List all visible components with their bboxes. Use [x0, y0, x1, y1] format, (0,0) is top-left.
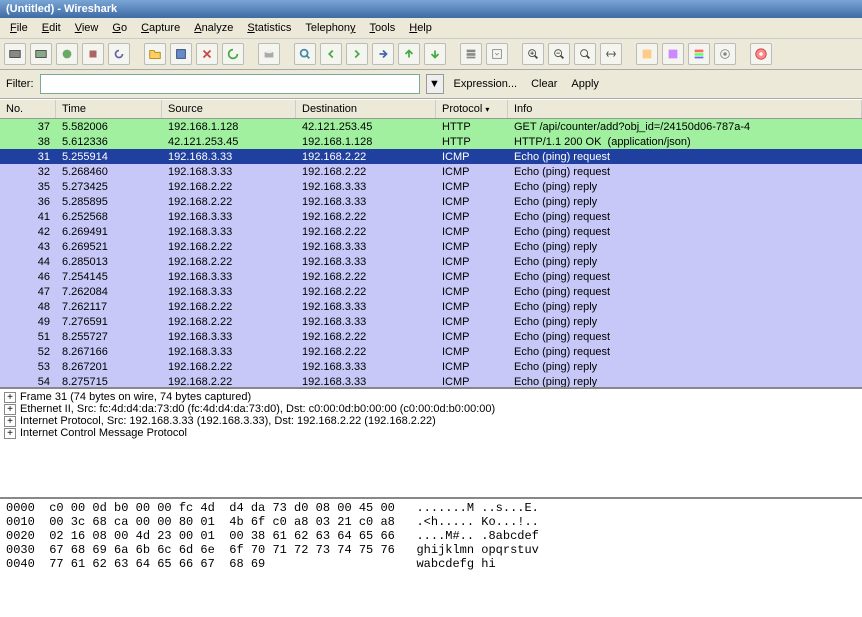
zoom-out-icon[interactable] — [548, 43, 570, 65]
filter-input[interactable] — [40, 74, 420, 94]
detail-ip[interactable]: Internet Protocol, Src: 192.168.3.33 (19… — [20, 415, 436, 427]
toolbar — [0, 39, 862, 70]
interfaces-icon[interactable] — [4, 43, 26, 65]
table-row[interactable]: 315.255914192.168.3.33192.168.2.22ICMPEc… — [0, 149, 862, 164]
table-row[interactable]: 477.262084192.168.3.33192.168.2.22ICMPEc… — [0, 284, 862, 299]
col-source[interactable]: Source — [162, 100, 296, 118]
menu-analyze[interactable]: Analyze — [188, 20, 239, 36]
coloring-rules-icon[interactable] — [688, 43, 710, 65]
forward-icon[interactable] — [346, 43, 368, 65]
resize-cols-icon[interactable] — [600, 43, 622, 65]
table-row[interactable]: 436.269521192.168.2.22192.168.3.33ICMPEc… — [0, 239, 862, 254]
stop-icon[interactable] — [82, 43, 104, 65]
col-destination[interactable]: Destination — [296, 100, 436, 118]
help-icon[interactable] — [750, 43, 772, 65]
expression-button[interactable]: Expression... — [450, 78, 522, 90]
table-row[interactable]: 365.285895192.168.2.22192.168.3.33ICMPEc… — [0, 194, 862, 209]
back-icon[interactable] — [320, 43, 342, 65]
menu-statistics[interactable]: Statistics — [241, 20, 297, 36]
find-icon[interactable] — [294, 43, 316, 65]
print-icon[interactable] — [258, 43, 280, 65]
col-no[interactable]: No. — [0, 100, 56, 118]
expand-icon[interactable]: + — [4, 428, 16, 439]
table-row[interactable]: 416.252568192.168.3.33192.168.2.22ICMPEc… — [0, 209, 862, 224]
zoom-in-icon[interactable] — [522, 43, 544, 65]
expand-icon[interactable]: + — [4, 404, 16, 415]
table-row[interactable]: 385.61233642.121.253.45192.168.1.128HTTP… — [0, 134, 862, 149]
table-row[interactable]: 548.275715192.168.2.22192.168.3.33ICMPEc… — [0, 374, 862, 387]
menu-capture[interactable]: Capture — [135, 20, 186, 36]
table-row[interactable]: 538.267201192.168.2.22192.168.3.33ICMPEc… — [0, 359, 862, 374]
options-icon[interactable] — [30, 43, 52, 65]
table-row[interactable]: 497.276591192.168.2.22192.168.3.33ICMPEc… — [0, 314, 862, 329]
table-row[interactable]: 325.268460192.168.3.33192.168.2.22ICMPEc… — [0, 164, 862, 179]
table-row[interactable]: 467.254145192.168.3.33192.168.2.22ICMPEc… — [0, 269, 862, 284]
start-icon[interactable] — [56, 43, 78, 65]
goto-first-icon[interactable] — [398, 43, 420, 65]
detail-frame[interactable]: Frame 31 (74 bytes on wire, 74 bytes cap… — [20, 391, 251, 403]
zoom-reset-icon[interactable] — [574, 43, 596, 65]
titlebar: (Untitled) - Wireshark — [0, 0, 862, 18]
prefs-icon[interactable] — [714, 43, 736, 65]
menu-edit[interactable]: Edit — [36, 20, 67, 36]
apply-button[interactable]: Apply — [567, 78, 603, 90]
col-protocol[interactable]: Protocol ▾ — [436, 100, 508, 118]
table-row[interactable]: 446.285013192.168.2.22192.168.3.33ICMPEc… — [0, 254, 862, 269]
table-row[interactable]: 355.273425192.168.2.22192.168.3.33ICMPEc… — [0, 179, 862, 194]
menu-telephony[interactable]: Telephony — [299, 20, 361, 36]
menu-help[interactable]: Help — [403, 20, 438, 36]
expand-icon[interactable]: + — [4, 392, 16, 403]
display-filter-icon[interactable] — [662, 43, 684, 65]
window-title: (Untitled) - Wireshark — [6, 3, 117, 15]
goto-last-icon[interactable] — [424, 43, 446, 65]
detail-ethernet[interactable]: Ethernet II, Src: fc:4d:d4:da:73:d0 (fc:… — [20, 403, 495, 415]
colorize-icon[interactable] — [460, 43, 482, 65]
autoscroll-icon[interactable] — [486, 43, 508, 65]
menu-tools[interactable]: Tools — [364, 20, 402, 36]
table-row[interactable]: 487.262117192.168.2.22192.168.3.33ICMPEc… — [0, 299, 862, 314]
filter-label: Filter: — [6, 78, 34, 90]
capture-filter-icon[interactable] — [636, 43, 658, 65]
expand-icon[interactable]: + — [4, 416, 16, 427]
menu-view[interactable]: View — [69, 20, 105, 36]
table-row[interactable]: 518.255727192.168.3.33192.168.2.22ICMPEc… — [0, 329, 862, 344]
reload-icon[interactable] — [222, 43, 244, 65]
packet-details[interactable]: + Frame 31 (74 bytes on wire, 74 bytes ca… — [0, 387, 862, 497]
jump-icon[interactable] — [372, 43, 394, 65]
clear-button[interactable]: Clear — [527, 78, 561, 90]
menu-go[interactable]: Go — [106, 20, 133, 36]
save-icon[interactable] — [170, 43, 192, 65]
col-time[interactable]: Time — [56, 100, 162, 118]
packet-list-header: No. Time Source Destination Protocol ▾ I… — [0, 99, 862, 119]
table-row[interactable]: 426.269491192.168.3.33192.168.2.22ICMPEc… — [0, 224, 862, 239]
table-row[interactable]: 375.582006192.168.1.12842.121.253.45HTTP… — [0, 119, 862, 134]
filter-dropdown-icon[interactable]: ▼ — [426, 74, 444, 94]
open-icon[interactable] — [144, 43, 166, 65]
menu-file[interactable]: File — [4, 20, 34, 36]
table-row[interactable]: 528.267166192.168.3.33192.168.2.22ICMPEc… — [0, 344, 862, 359]
detail-icmp[interactable]: Internet Control Message Protocol — [20, 427, 187, 439]
restart-icon[interactable] — [108, 43, 130, 65]
packet-list[interactable]: 375.582006192.168.1.12842.121.253.45HTTP… — [0, 119, 862, 387]
col-info[interactable]: Info — [508, 100, 862, 118]
filter-bar: Filter: ▼ Expression... Clear Apply — [0, 70, 862, 99]
menubar: File Edit View Go Capture Analyze Statis… — [0, 18, 862, 39]
sort-indicator-icon: ▾ — [485, 105, 489, 114]
hex-pane[interactable]: 0000 c0 00 0d b0 00 00 fc 4d d4 da 73 d0… — [0, 497, 862, 617]
close-icon[interactable] — [196, 43, 218, 65]
